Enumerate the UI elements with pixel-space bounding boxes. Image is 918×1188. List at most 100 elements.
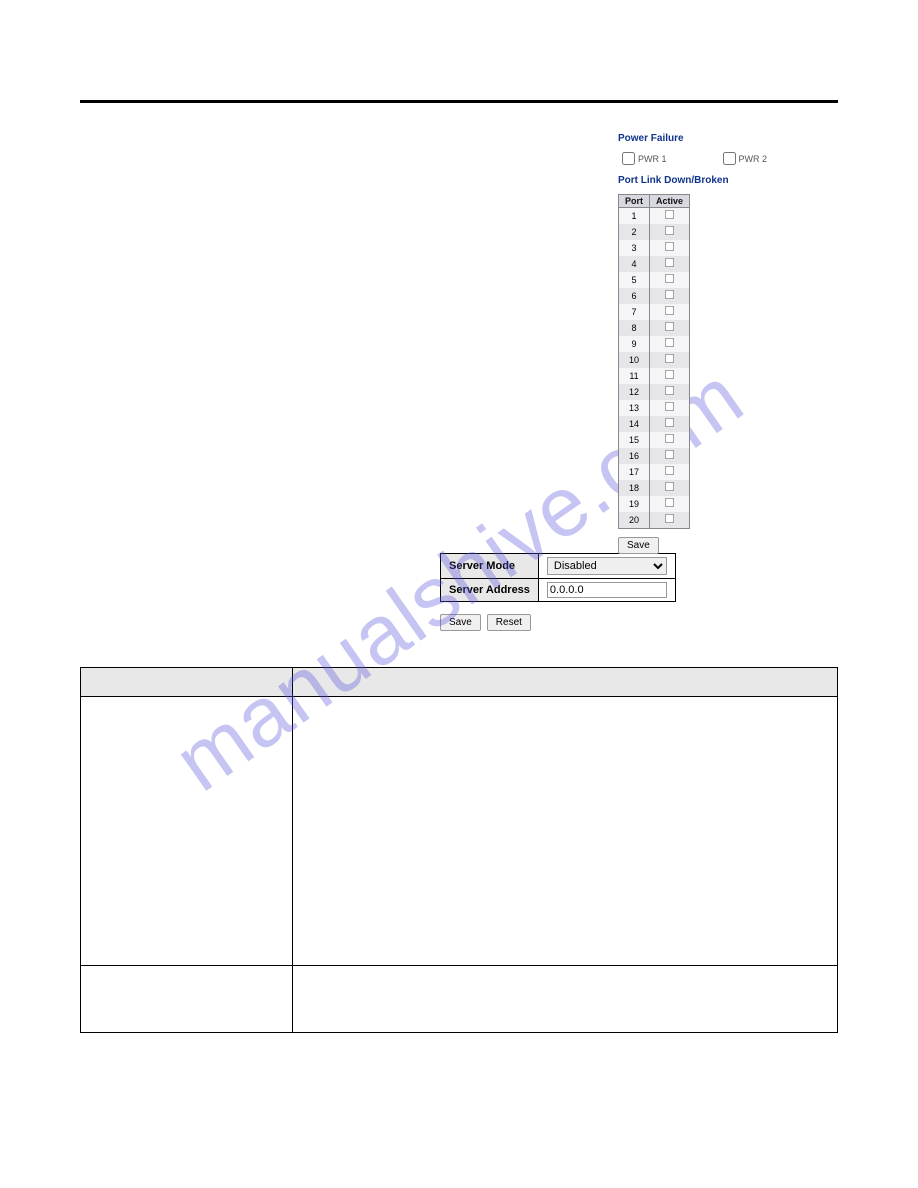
table-row: 1	[619, 208, 690, 225]
port-active-checkbox[interactable]	[665, 466, 674, 475]
desc-header-2	[292, 668, 837, 697]
pwr2-option[interactable]: PWR 2	[723, 152, 768, 165]
port-active-checkbox[interactable]	[665, 306, 674, 315]
port-active-checkbox[interactable]	[665, 210, 674, 219]
table-row: 14	[619, 416, 690, 432]
port-number-cell: 8	[619, 320, 650, 336]
port-number-cell: 6	[619, 288, 650, 304]
table-row: 5	[619, 272, 690, 288]
port-active-checkbox[interactable]	[665, 290, 674, 299]
port-active-cell	[650, 400, 690, 416]
port-active-cell	[650, 416, 690, 432]
port-number-cell: 3	[619, 240, 650, 256]
port-number-cell: 10	[619, 352, 650, 368]
port-active-checkbox[interactable]	[665, 498, 674, 507]
port-active-cell	[650, 272, 690, 288]
port-number-cell: 18	[619, 480, 650, 496]
table-row: 11	[619, 368, 690, 384]
port-active-checkbox[interactable]	[665, 418, 674, 427]
desc-header-1	[81, 668, 293, 697]
port-active-cell	[650, 464, 690, 480]
port-active-cell	[650, 240, 690, 256]
desc-cell-r1c2	[292, 697, 837, 966]
port-active-cell	[650, 496, 690, 512]
port-active-cell	[650, 288, 690, 304]
table-row: 3	[619, 240, 690, 256]
port-active-checkbox[interactable]	[665, 370, 674, 379]
port-active-checkbox[interactable]	[665, 258, 674, 267]
pwr1-checkbox[interactable]	[622, 152, 635, 165]
port-link-heading: Port Link Down/Broken	[618, 175, 838, 186]
port-active-cell	[650, 480, 690, 496]
table-row: 12	[619, 384, 690, 400]
save-button-top[interactable]: Save	[618, 537, 659, 554]
description-table	[80, 667, 838, 1033]
table-row: 10	[619, 352, 690, 368]
port-active-cell	[650, 384, 690, 400]
port-active-checkbox[interactable]	[665, 354, 674, 363]
table-row: 7	[619, 304, 690, 320]
server-address-input[interactable]	[547, 582, 667, 598]
port-active-checkbox[interactable]	[665, 338, 674, 347]
pwr1-option[interactable]: PWR 1	[622, 152, 667, 165]
port-number-cell: 5	[619, 272, 650, 288]
pwr1-label: PWR 1	[638, 154, 667, 164]
reset-button[interactable]: Reset	[487, 614, 531, 631]
port-active-cell	[650, 368, 690, 384]
port-active-cell	[650, 512, 690, 529]
save-button[interactable]: Save	[440, 614, 481, 631]
port-active-cell	[650, 432, 690, 448]
port-active-cell	[650, 224, 690, 240]
server-address-label: Server Address	[441, 579, 539, 602]
desc-cell-r2c2	[292, 966, 837, 1033]
port-col-header: Port	[619, 195, 650, 208]
port-active-checkbox[interactable]	[665, 482, 674, 491]
port-active-checkbox[interactable]	[665, 514, 674, 523]
table-row: 15	[619, 432, 690, 448]
hr-top	[80, 100, 838, 103]
port-active-checkbox[interactable]	[665, 226, 674, 235]
server-mode-select[interactable]: Disabled	[547, 557, 667, 575]
port-active-cell	[650, 352, 690, 368]
table-row: 20	[619, 512, 690, 529]
table-row: 4	[619, 256, 690, 272]
table-row: 18	[619, 480, 690, 496]
table-row: 6	[619, 288, 690, 304]
power-failure-heading: Power Failure	[618, 133, 838, 144]
pwr2-label: PWR 2	[739, 154, 768, 164]
pwr2-checkbox[interactable]	[723, 152, 736, 165]
table-row: 16	[619, 448, 690, 464]
port-active-checkbox[interactable]	[665, 322, 674, 331]
desc-cell-r1c1	[81, 697, 293, 966]
port-active-cell	[650, 256, 690, 272]
server-mode-label: Server Mode	[441, 554, 539, 579]
port-active-cell	[650, 208, 690, 225]
port-number-cell: 9	[619, 336, 650, 352]
server-config-table: Server Mode Disabled Server Address	[440, 553, 676, 602]
table-row: 19	[619, 496, 690, 512]
port-number-cell: 12	[619, 384, 650, 400]
port-active-checkbox[interactable]	[665, 450, 674, 459]
port-number-cell: 11	[619, 368, 650, 384]
port-active-checkbox[interactable]	[665, 274, 674, 283]
table-row: 2	[619, 224, 690, 240]
port-number-cell: 20	[619, 512, 650, 529]
table-row: 13	[619, 400, 690, 416]
desc-cell-r2c1	[81, 966, 293, 1033]
active-col-header: Active	[650, 195, 690, 208]
port-number-cell: 16	[619, 448, 650, 464]
port-number-cell: 7	[619, 304, 650, 320]
port-number-cell: 4	[619, 256, 650, 272]
port-active-checkbox[interactable]	[665, 386, 674, 395]
port-active-cell	[650, 304, 690, 320]
port-number-cell: 14	[619, 416, 650, 432]
port-number-cell: 19	[619, 496, 650, 512]
port-number-cell: 15	[619, 432, 650, 448]
port-number-cell: 2	[619, 224, 650, 240]
port-active-checkbox[interactable]	[665, 434, 674, 443]
port-active-cell	[650, 320, 690, 336]
port-active-checkbox[interactable]	[665, 402, 674, 411]
table-row: 17	[619, 464, 690, 480]
port-active-checkbox[interactable]	[665, 242, 674, 251]
port-number-cell: 17	[619, 464, 650, 480]
